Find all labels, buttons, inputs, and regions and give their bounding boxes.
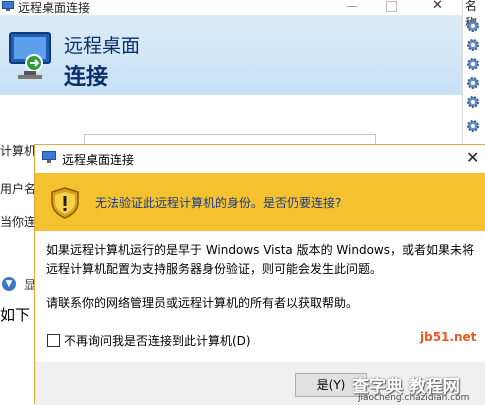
username-label: 用户名 xyxy=(0,182,37,196)
computer-label: 计算机 xyxy=(0,144,37,158)
background-banner: 远程桌面 连接 xyxy=(0,15,462,95)
identity-verification-dialog: 远程桌面连接 ✕ 无法验证此远程计算机的身份。是否仍要连接? 如果远程计算机运行… xyxy=(34,144,485,405)
warning-bar: 无法验证此远程计算机的身份。是否仍要连接? xyxy=(35,173,485,231)
gear-icon xyxy=(467,120,479,132)
connect-note-label: 当你连 xyxy=(0,215,37,229)
body-line-1: 如果远程计算机运行的是早于 Windows Vista 版本的 Windows，… xyxy=(46,243,474,257)
background-titlebar: 远程桌面连接 — ✕ xyxy=(0,0,462,15)
close-icon[interactable]: ✕ xyxy=(432,0,443,13)
chevron-down-icon[interactable]: ▼ xyxy=(2,277,16,291)
gear-icon xyxy=(467,20,479,32)
monitor-icon xyxy=(9,32,51,79)
background-bottom-text: 如下 xyxy=(0,306,31,324)
dialog-title: 远程桌面连接 xyxy=(62,153,135,167)
remote-desktop-icon xyxy=(2,1,14,11)
maximize-button[interactable] xyxy=(386,1,397,12)
dont-ask-again-checkbox[interactable] xyxy=(47,334,60,347)
gear-icon xyxy=(467,58,479,70)
gear-icon xyxy=(467,39,479,51)
background-window-title: 远程桌面连接 xyxy=(18,1,91,15)
dialog-titlebar: 远程桌面连接 ✕ xyxy=(35,145,485,173)
banner-title-line2: 连接 xyxy=(64,65,109,90)
warning-message: 无法验证此远程计算机的身份。是否仍要连接? xyxy=(95,196,342,210)
gear-icon xyxy=(467,96,479,108)
minimize-button[interactable]: — xyxy=(346,0,358,13)
close-icon[interactable]: ✕ xyxy=(466,148,479,167)
watermark-site: jb51.net xyxy=(420,330,477,344)
gear-icon xyxy=(467,77,479,89)
warning-shield-icon xyxy=(51,187,79,219)
dont-ask-again-label[interactable]: 不再询问我是否连接到此计算机(D) xyxy=(64,332,251,349)
remote-desktop-icon xyxy=(42,151,56,163)
banner-title-line1: 远程桌面 xyxy=(64,35,141,57)
contact-admin-text: 请联系你的网络管理员或远程计算机的所有者以获取帮助。 xyxy=(46,296,359,310)
body-line-2: 远程计算机配置为支持服务器身份验证，则可能会发生此问题。 xyxy=(46,262,383,276)
watermark-url: jiaocheng.chazidian.com xyxy=(358,393,470,403)
dialog-body-text: 如果远程计算机运行的是早于 Windows Vista 版本的 Windows，… xyxy=(46,241,476,279)
